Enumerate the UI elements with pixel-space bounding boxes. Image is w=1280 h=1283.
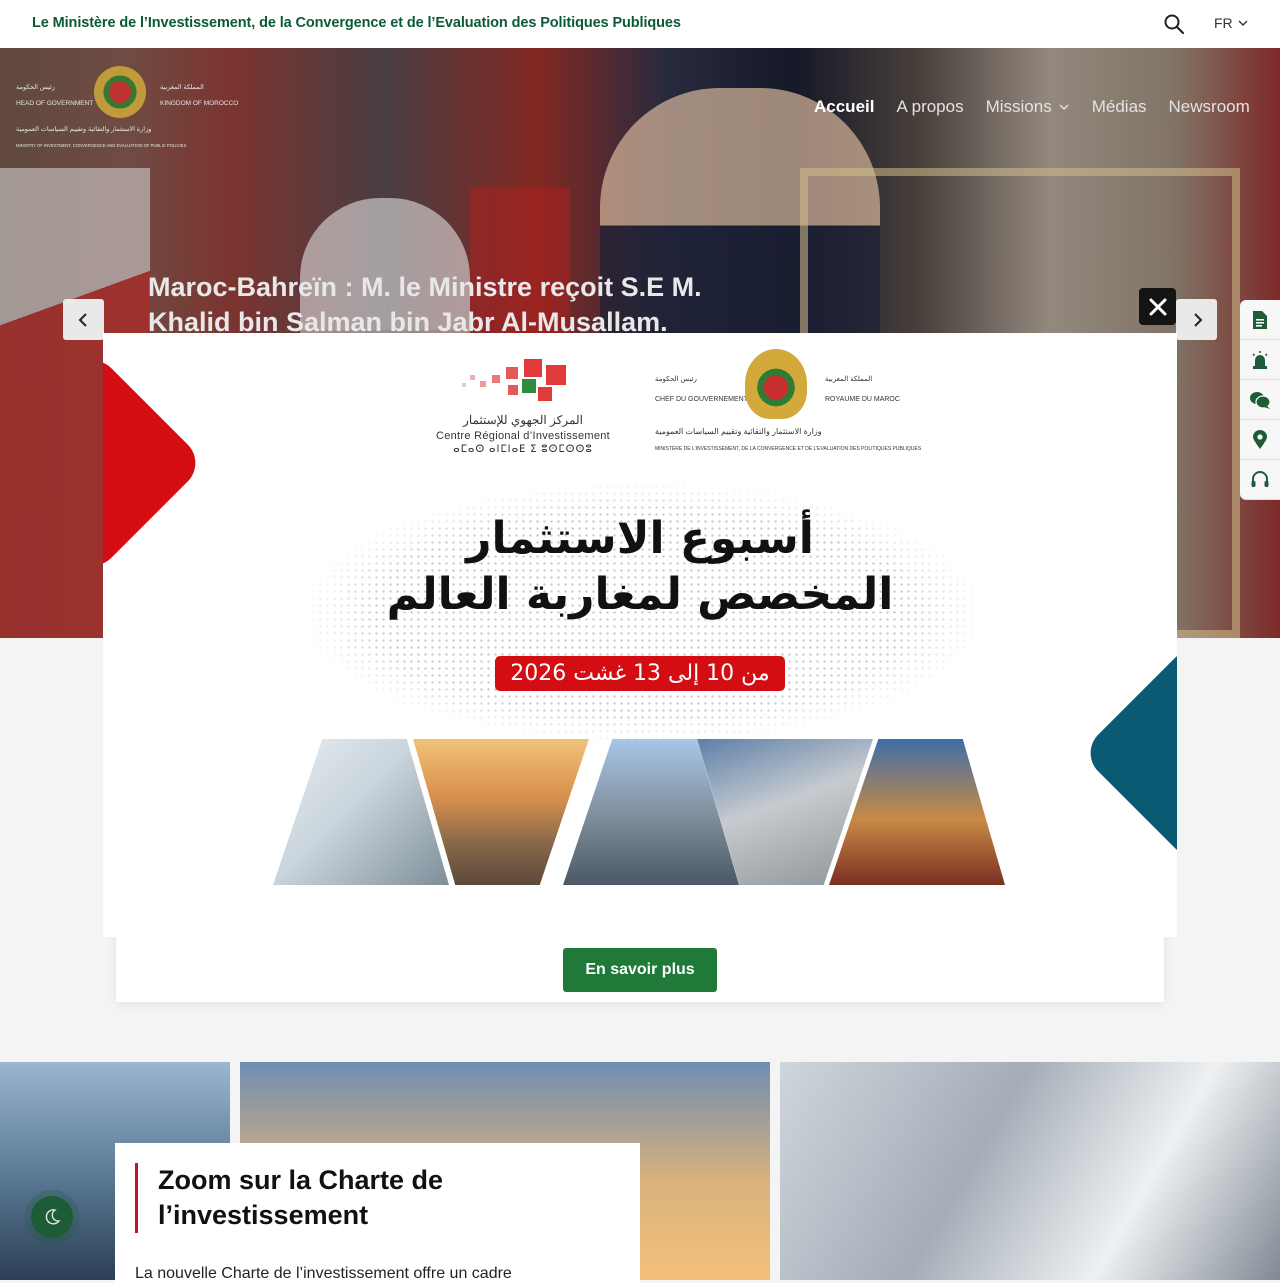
headline-line: أسبوع الاستثمار bbox=[466, 513, 814, 564]
government-logo: رئيس الحكومة CHEF DU GOUVERNEMENT المملك… bbox=[653, 349, 921, 459]
chat-icon[interactable] bbox=[1240, 380, 1280, 420]
gov-text: رئيس الحكومة bbox=[655, 376, 697, 383]
hero-title[interactable]: Maroc-Bahreïn : M. le Ministre reçoit S.… bbox=[148, 270, 768, 340]
main-nav: Accueil A propos Missions Médias Newsroo… bbox=[814, 97, 1250, 117]
cri-name-tifinagh: ⴰⵎⴰⵙ ⴰⵏⵎⵏⴰⴹ ⵉ ⵓⵙⵎⵙⵙⵓ bbox=[453, 444, 593, 455]
side-toolbar bbox=[1240, 300, 1280, 500]
document-icon[interactable] bbox=[1240, 300, 1280, 340]
sector-photos bbox=[273, 739, 1005, 885]
gov-text: وزارة الاستثمار والتقائية وتقييم السياسا… bbox=[655, 427, 822, 436]
logo-text: وزارة الاستثمار والتقائية وتقييم السياسا… bbox=[16, 126, 152, 133]
cri-logo-icon bbox=[458, 357, 588, 417]
gov-text: CHEF DU GOUVERNEMENT bbox=[655, 396, 748, 403]
search-icon[interactable] bbox=[1162, 12, 1186, 36]
charte-card[interactable]: Zoom sur la Charte de l’investissement L… bbox=[115, 1143, 640, 1283]
nav-item-accueil[interactable]: Accueil bbox=[814, 97, 874, 117]
slider-next-button[interactable] bbox=[1176, 299, 1217, 340]
headset-icon[interactable] bbox=[1240, 460, 1280, 500]
logo-text: رئيس الحكومة bbox=[16, 84, 55, 91]
language-label: FR bbox=[1214, 15, 1233, 31]
charte-text: La nouvelle Charte de l’investissement o… bbox=[135, 1265, 512, 1282]
gov-text: المملكة المغربية bbox=[825, 376, 873, 383]
location-icon[interactable] bbox=[1240, 420, 1280, 460]
cri-logo: المركز الجهوي للإستثمار Centre Régional … bbox=[428, 357, 618, 457]
gov-text: MINISTÈRE DE L’INVESTISSEMENT, DE LA CON… bbox=[655, 446, 922, 452]
language-selector[interactable]: FR bbox=[1214, 15, 1249, 31]
gov-text: ROYAUME DU MAROC bbox=[825, 396, 900, 403]
more-button[interactable]: En savoir plus bbox=[563, 948, 717, 992]
royal-emblem-icon bbox=[745, 349, 807, 419]
cri-name-fr: Centre Régional d’Investissement bbox=[435, 430, 611, 442]
nav-item-label: Médias bbox=[1091, 97, 1147, 116]
nav-item-medias[interactable]: Médias bbox=[1092, 97, 1147, 117]
alarm-icon[interactable] bbox=[1240, 340, 1280, 380]
nav-item-label: Missions bbox=[985, 97, 1052, 116]
nav-item-missions[interactable]: Missions bbox=[986, 97, 1070, 117]
cars-image bbox=[780, 1062, 1280, 1280]
chevron-down-icon bbox=[1238, 20, 1248, 26]
dark-mode-toggle[interactable] bbox=[31, 1196, 73, 1238]
nav-item-label: A propos bbox=[896, 97, 964, 116]
headline-line: المخصص لمغاربة العالم bbox=[386, 569, 894, 620]
nav-item-newsroom[interactable]: Newsroom bbox=[1169, 97, 1250, 117]
logo-text: المملكة المغربية bbox=[160, 84, 204, 91]
modal-close-button[interactable] bbox=[1139, 288, 1176, 325]
chevron-left-icon bbox=[78, 312, 87, 327]
promo-modal: المركز الجهوي للإستثمار Centre Régional … bbox=[103, 333, 1177, 937]
logo-text: MINISTRY OF INVESTMENT, CONVERGENCE AND … bbox=[16, 143, 187, 148]
charte-title: Zoom sur la Charte de l’investissement bbox=[135, 1163, 495, 1233]
logo-text: KINGDOM OF MOROCCO bbox=[160, 100, 239, 107]
decorative-shape bbox=[1079, 639, 1177, 867]
close-icon bbox=[1149, 298, 1166, 315]
top-bar: Le Ministère de l’Investissement, de la … bbox=[0, 0, 1280, 48]
slider-prev-button[interactable] bbox=[63, 299, 104, 340]
event-date-badge: من 10 إلى 13 غشت 2026 bbox=[495, 656, 785, 691]
logo-text: HEAD OF GOVERNMENT bbox=[16, 100, 94, 107]
event-headline: أسبوع الاستثمار المخصص لمغاربة العالم bbox=[103, 511, 1177, 623]
ministry-title: Le Ministère de l’Investissement, de la … bbox=[32, 15, 681, 31]
nav-item-a-propos[interactable]: A propos bbox=[896, 97, 963, 117]
nav-item-label: Newsroom bbox=[1168, 97, 1250, 116]
nav-item-label: Accueil bbox=[814, 97, 875, 116]
royal-emblem-icon bbox=[94, 66, 146, 118]
ministry-logo[interactable]: رئيس الحكومة HEAD OF GOVERNMENT المملكة … bbox=[14, 62, 238, 154]
moon-icon bbox=[45, 1209, 61, 1225]
chevron-right-icon bbox=[1193, 312, 1202, 327]
chevron-down-icon bbox=[1059, 104, 1069, 111]
cri-name-ar: المركز الجهوي للإستثمار bbox=[463, 413, 583, 427]
